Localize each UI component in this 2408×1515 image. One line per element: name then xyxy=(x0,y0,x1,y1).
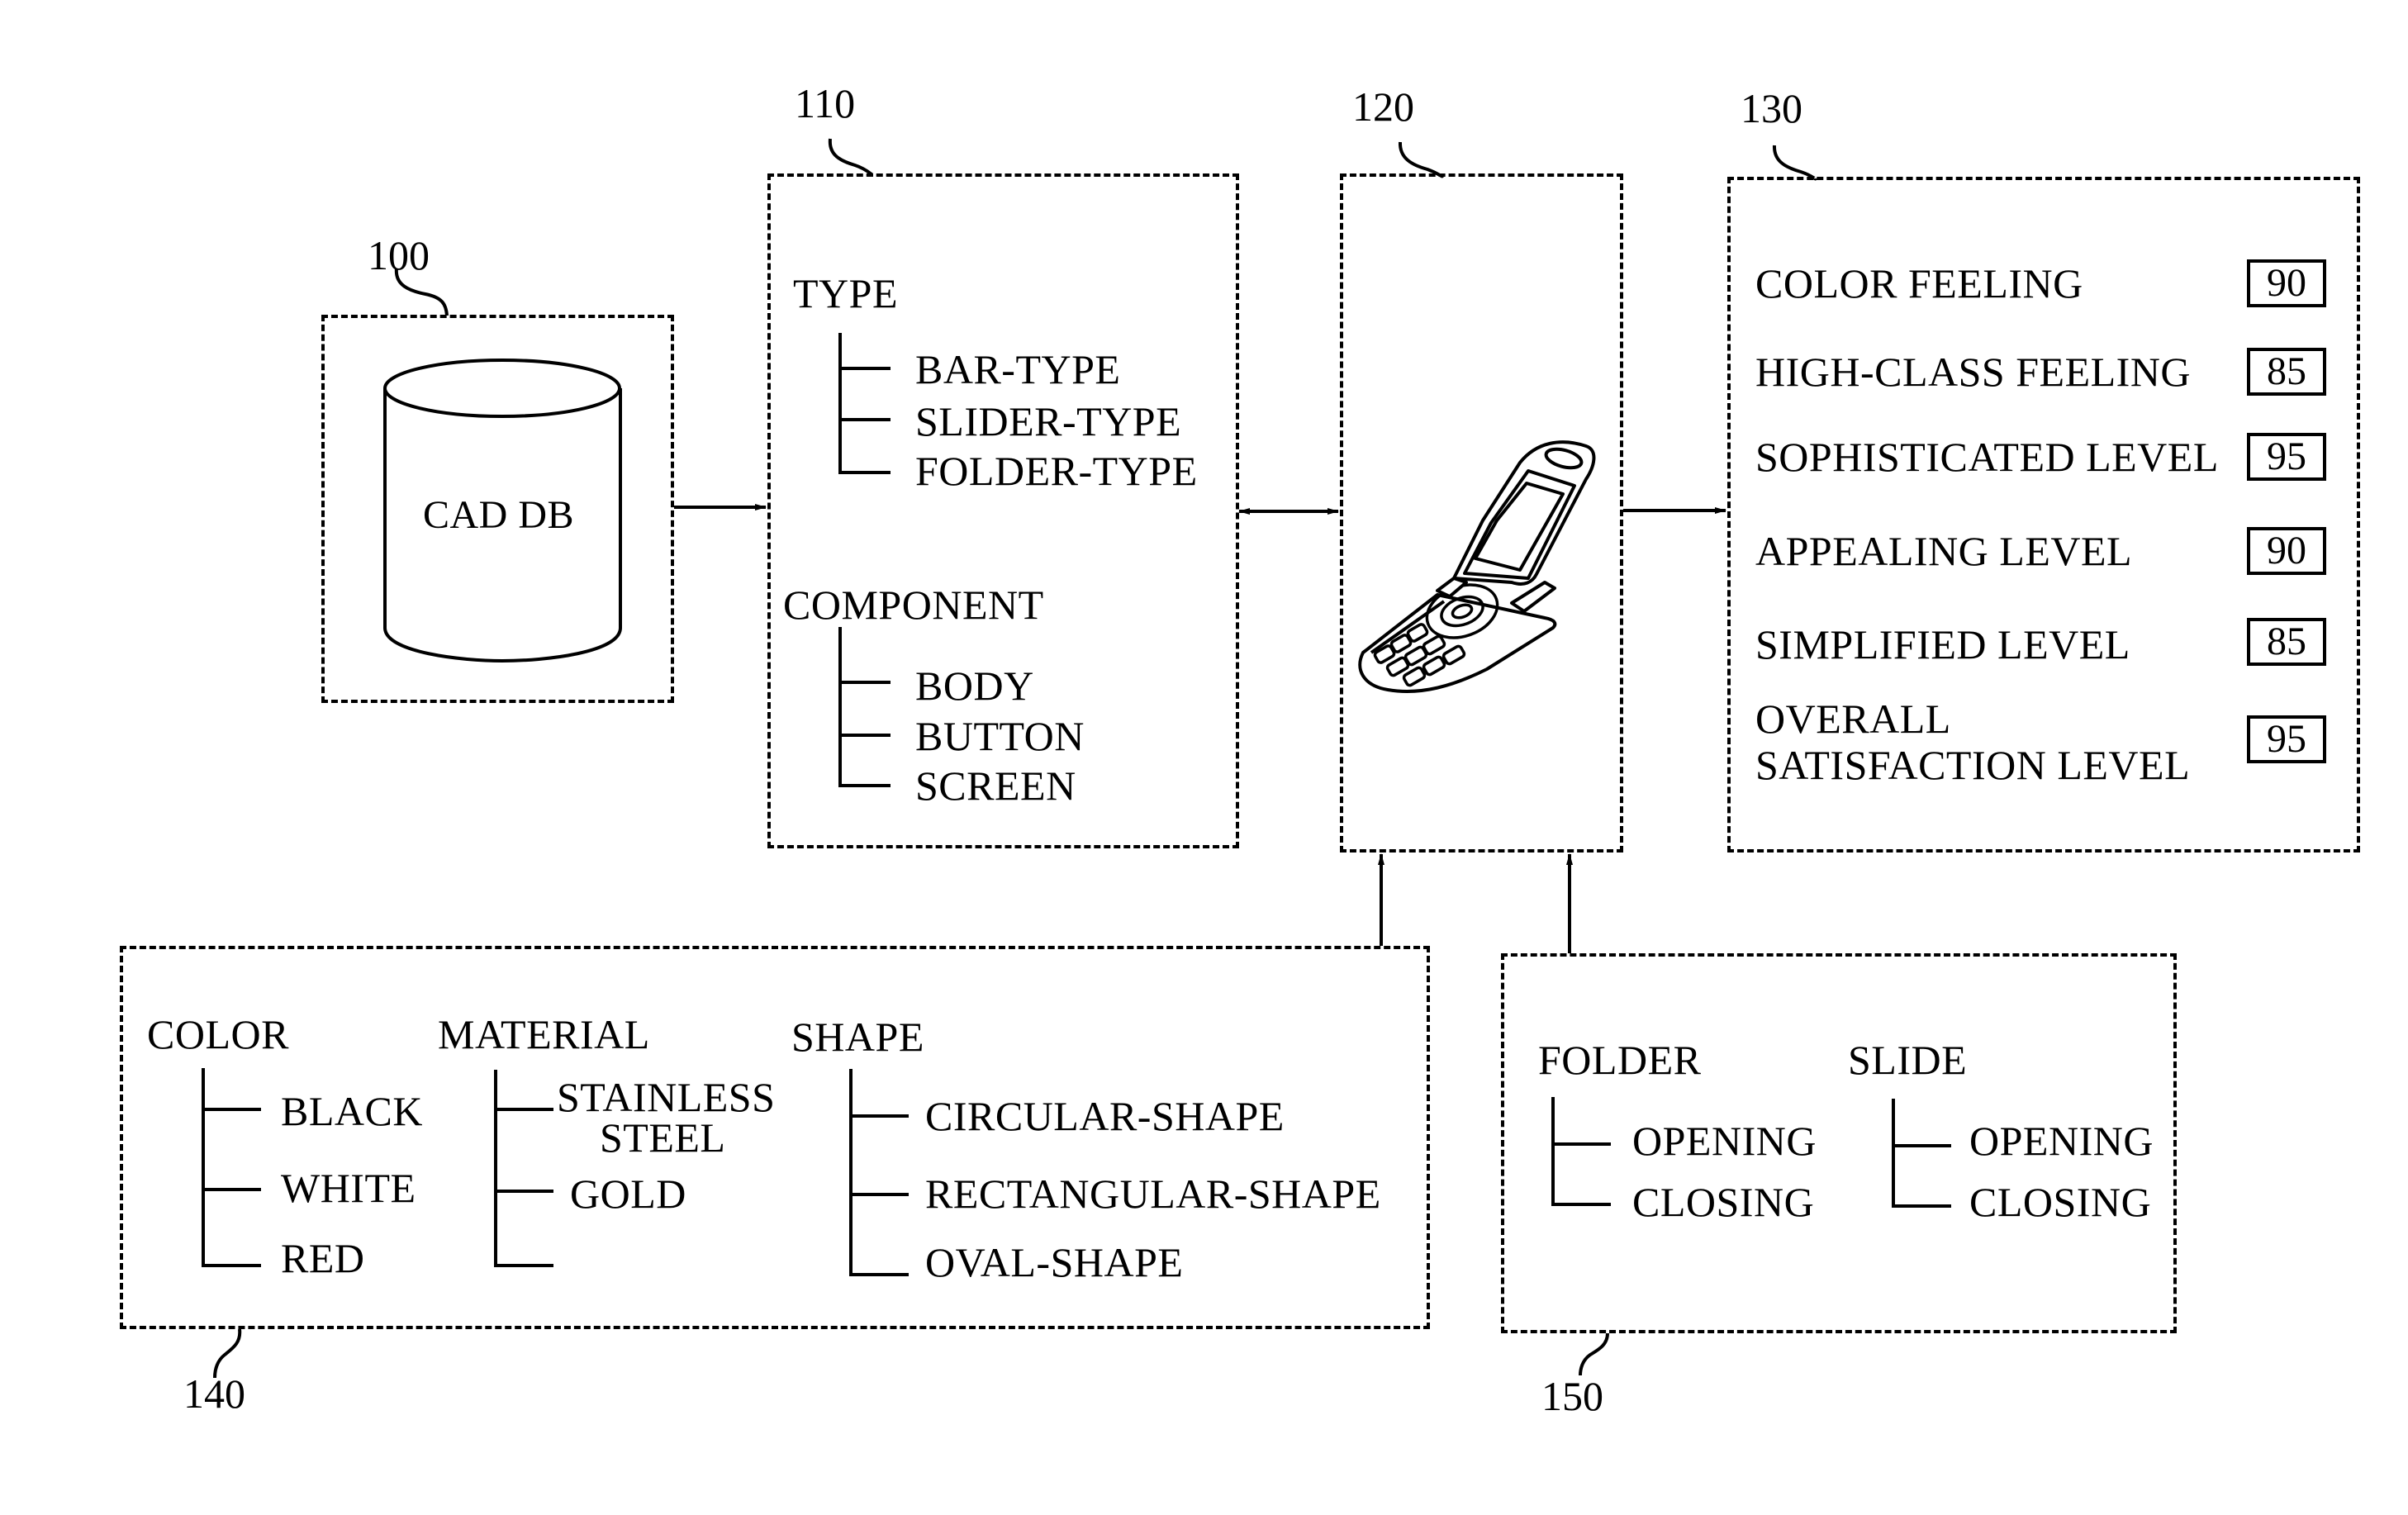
option-screen: SCREEN xyxy=(915,762,1076,809)
criterion-label: SIMPLIFIED LEVEL xyxy=(1755,621,2130,667)
option-body: BODY xyxy=(915,663,1034,709)
leader-120 xyxy=(1398,141,1444,178)
group-title-slide: SLIDE xyxy=(1848,1037,1968,1083)
attribute-black: BLACK xyxy=(281,1088,423,1134)
ref-label-120: 120 xyxy=(1352,83,1414,130)
criterion-score: 90 xyxy=(2247,527,2326,575)
leader-130 xyxy=(1772,145,1817,181)
leader-110 xyxy=(828,138,874,177)
product-model-block xyxy=(1340,173,1623,852)
group-title-material: MATERIAL xyxy=(438,1011,650,1057)
criterion-score: 95 xyxy=(2247,433,2326,481)
group-title-color: COLOR xyxy=(147,1011,289,1057)
ref-label-110: 110 xyxy=(795,80,856,126)
criterion-label-line1: OVERALL xyxy=(1755,696,1951,742)
group-title-folder: FOLDER xyxy=(1538,1037,1702,1083)
ref-label-140: 140 xyxy=(183,1370,245,1417)
attribute-oval-shape: OVAL-SHAPE xyxy=(925,1239,1184,1285)
criterion-score: 95 xyxy=(2247,715,2326,763)
operation-folder-opening: OPENING xyxy=(1632,1118,1817,1164)
criterion-score: 85 xyxy=(2247,348,2326,396)
criterion-label: HIGH-CLASS FEELING xyxy=(1755,349,2192,395)
criterion-label: APPEALING LEVEL xyxy=(1755,528,2133,574)
criterion-label: COLOR FEELING xyxy=(1755,260,2083,306)
attribute-circular-shape: CIRCULAR-SHAPE xyxy=(925,1093,1285,1139)
operation-slide-opening: OPENING xyxy=(1969,1118,2154,1164)
group-title-type: TYPE xyxy=(793,270,898,316)
option-slider-type: SLIDER-TYPE xyxy=(915,398,1182,444)
option-folder-type: FOLDER-TYPE xyxy=(915,448,1198,494)
attribute-red: RED xyxy=(281,1235,365,1281)
leader-150 xyxy=(1579,1332,1609,1376)
ref-label-130: 130 xyxy=(1741,85,1802,131)
ref-label-100: 100 xyxy=(368,232,430,278)
attribute-rectangular-shape: RECTANGULAR-SHAPE xyxy=(925,1171,1381,1217)
operation-folder-closing: CLOSING xyxy=(1632,1179,1815,1225)
criterion-score: 85 xyxy=(2247,618,2326,666)
criterion-label-line2: SATISFACTION LEVEL xyxy=(1755,742,2191,788)
cad-db-label: CAD DB xyxy=(423,493,575,537)
attribute-stainless-line1: STAINLESS xyxy=(557,1074,776,1120)
ref-label-150: 150 xyxy=(1541,1373,1603,1419)
attribute-stainless-line2: STEEL xyxy=(600,1114,726,1161)
option-button: BUTTON xyxy=(915,713,1085,759)
operation-slide-closing: CLOSING xyxy=(1969,1179,2152,1225)
group-title-shape: SHAPE xyxy=(791,1014,924,1060)
criterion-score: 90 xyxy=(2247,259,2326,307)
attribute-white: WHITE xyxy=(281,1165,416,1211)
option-bar-type: BAR-TYPE xyxy=(915,346,1121,392)
group-title-component: COMPONENT xyxy=(783,582,1044,628)
attribute-gold: GOLD xyxy=(570,1171,686,1217)
criterion-label: SOPHISTICATED LEVEL xyxy=(1755,434,2219,480)
